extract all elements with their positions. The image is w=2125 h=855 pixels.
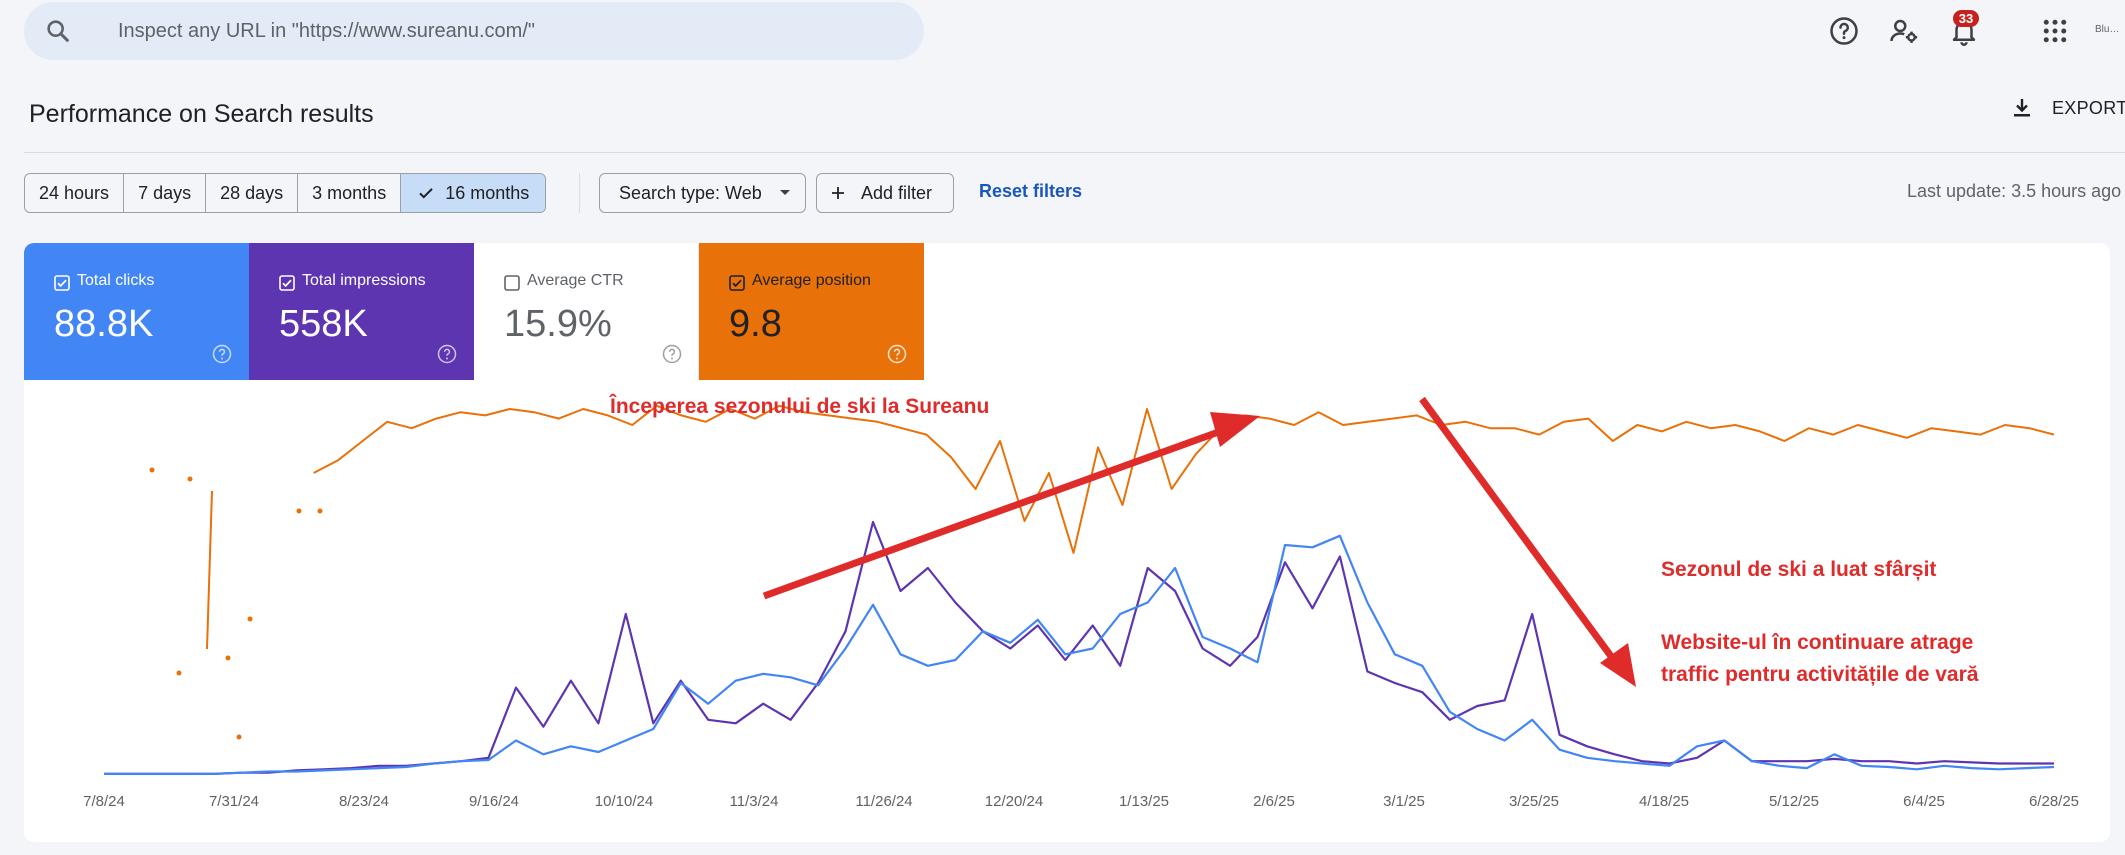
- x-tick-label: 5/12/25: [1769, 793, 1819, 810]
- range-28-days[interactable]: 28 days: [206, 174, 299, 212]
- position-dot: [236, 734, 242, 740]
- annotation-season-end: Sezonul de ski a luat sfârșit: [1661, 558, 1936, 581]
- x-tick-label: 7/8/24: [83, 793, 125, 810]
- position-outlier-dots: [149, 467, 323, 740]
- annotation-arrow-down: [1419, 396, 1636, 687]
- range-16-months[interactable]: 16 months: [401, 174, 546, 212]
- manage-users-icon[interactable]: [1889, 16, 1919, 46]
- performance-chart: 7/8/24 7/31/24 8/23/24 9/16/24 10/10/24 11/3/…: [83, 394, 2079, 810]
- apps-grid-icon[interactable]: [2040, 16, 2070, 46]
- url-inspect-input[interactable]: [118, 2, 898, 60]
- last-update-text: Last update: 3.5 hours ago: [1907, 181, 2122, 201]
- range-3-months[interactable]: 3 months: [298, 174, 402, 212]
- x-tick-label: 8/23/24: [339, 793, 389, 810]
- position-dot: [187, 476, 193, 482]
- download-icon: [2014, 99, 2030, 117]
- export-button[interactable]: EXPORT: [2010, 96, 2125, 120]
- position-line-segment: [206, 490, 213, 650]
- x-tick-label: 6/28/25: [2029, 793, 2079, 810]
- export-label: EXPORT: [2052, 97, 2125, 118]
- x-tick-label: 9/16/24: [469, 793, 519, 810]
- header-divider: [24, 152, 2125, 153]
- dropdown-arrow-icon: [780, 190, 790, 195]
- range-24-hours[interactable]: 24 hours: [25, 174, 125, 212]
- position-dot: [296, 508, 302, 514]
- date-range-selector: 24 hours 7 days 28 days 3 months 16 mont…: [24, 173, 547, 213]
- x-tick-label: 2/6/25: [1253, 793, 1295, 810]
- x-tick-label: 7/31/24: [209, 793, 259, 810]
- annotation-arrow-up: [762, 412, 1260, 600]
- plus-icon: [832, 187, 844, 199]
- x-tick-label: 1/13/25: [1119, 793, 1169, 810]
- url-inspect-search[interactable]: [24, 2, 924, 60]
- position-dot: [247, 616, 253, 622]
- reset-filters-link[interactable]: Reset filters: [979, 181, 1082, 202]
- annotation-summer-line1: Website-ul în continuare atrage: [1661, 631, 1973, 654]
- annotation-summer-line2: traffic pentru activitățile de vară: [1661, 663, 1979, 686]
- x-tick-label: 11/3/24: [730, 793, 779, 810]
- help-icon[interactable]: [1829, 16, 1859, 46]
- series-line-position: [313, 404, 2055, 554]
- performance-card: Total clicks 88.8K Total impressions 558…: [24, 243, 2110, 842]
- account-logo[interactable]: Blu…: [2095, 24, 2119, 35]
- search-icon: [47, 20, 69, 42]
- position-dot: [176, 670, 182, 676]
- x-tick-label: 4/18/25: [1639, 793, 1689, 810]
- search-type-dropdown[interactable]: Search type: Web: [599, 173, 806, 213]
- x-tick-label: 6/4/25: [1903, 793, 1945, 810]
- annotation-season-start: Începerea sezonului de ski la Sureanu: [609, 394, 989, 418]
- position-dot: [225, 655, 231, 661]
- range-7-days[interactable]: 7 days: [124, 174, 207, 212]
- add-filter-button[interactable]: Add filter: [816, 173, 954, 213]
- x-tick-label: 10/10/24: [595, 793, 653, 810]
- x-tick-label: 12/20/24: [985, 793, 1043, 810]
- notification-count-badge: 33: [1953, 10, 1979, 27]
- page-title: Performance on Search results: [29, 100, 374, 128]
- check-icon: [419, 188, 433, 199]
- x-tick-label: 3/25/25: [1509, 793, 1559, 810]
- filter-separator: [579, 173, 580, 213]
- position-dot: [149, 467, 155, 473]
- x-tick-label: 3/1/25: [1383, 793, 1425, 810]
- position-dot: [317, 508, 323, 514]
- x-tick-label: 11/26/24: [855, 793, 912, 810]
